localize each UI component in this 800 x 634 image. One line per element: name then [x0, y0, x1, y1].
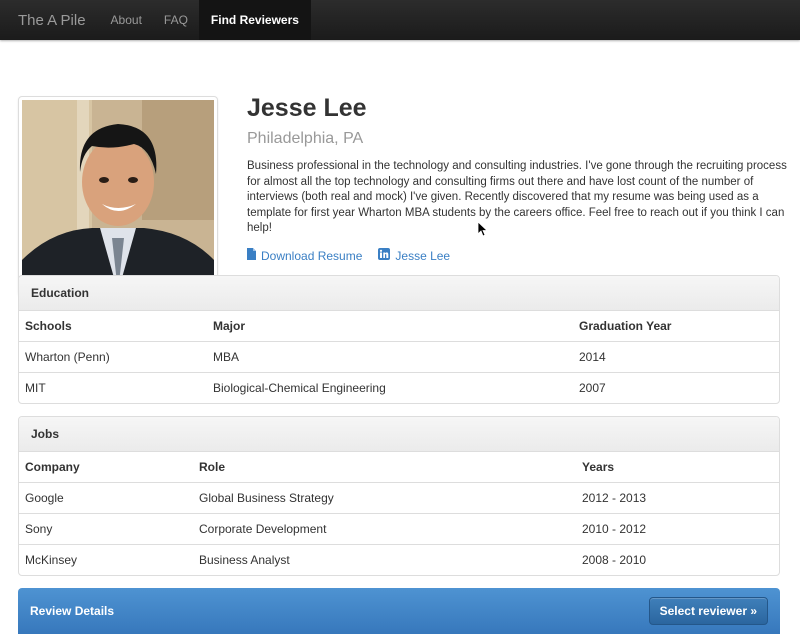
nav-find-reviewers[interactable]: Find Reviewers	[198, 0, 311, 40]
jobs-header-role: Role	[199, 460, 226, 474]
education-year: 2007	[573, 372, 779, 403]
nav-about[interactable]: About	[100, 0, 153, 40]
education-title: Education	[19, 276, 779, 311]
table-row: Wharton (Penn) MBA 2014	[19, 341, 779, 373]
linkedin-label: Jesse Lee	[395, 248, 451, 263]
jobs-table: Company Role Years Google Global Busines…	[19, 452, 779, 575]
education-year: 2014	[573, 341, 779, 373]
jobs-title: Jobs	[19, 417, 779, 452]
profile-photo-image	[22, 100, 214, 292]
profile-location: Philadelphia, PA	[247, 130, 364, 147]
profile-name: Jesse Lee	[247, 94, 367, 122]
table-row: MIT Biological-Chemical Engineering 2007	[19, 372, 779, 403]
job-role: Corporate Development	[193, 513, 576, 545]
profile-links: Download Resume Jesse Lee	[247, 248, 466, 263]
job-company: Google	[19, 482, 193, 514]
job-years: 2008 - 2010	[576, 544, 779, 575]
linkedin-icon	[378, 248, 391, 263]
education-table: Schools Major Graduation Year Wharton (P…	[19, 311, 779, 403]
education-major: Biological-Chemical Engineering	[207, 372, 573, 403]
file-icon	[247, 248, 256, 263]
jobs-header-company: Company	[25, 460, 80, 474]
education-header-schools: Schools	[25, 319, 72, 333]
top-navbar: The A Pile About FAQ Find Reviewers	[0, 0, 800, 40]
education-school: Wharton (Penn)	[19, 341, 207, 373]
jobs-header-years: Years	[582, 460, 615, 474]
select-reviewer-button[interactable]: Select reviewer »	[648, 597, 768, 625]
job-years: 2010 - 2012	[576, 513, 779, 545]
education-major: MBA	[207, 341, 573, 373]
table-row: Google Global Business Strategy 2012 - 2…	[19, 482, 779, 514]
job-role: Business Analyst	[193, 544, 576, 575]
linkedin-link[interactable]: Jesse Lee	[378, 248, 450, 263]
table-row: McKinsey Business Analyst 2008 - 2010	[19, 544, 779, 575]
education-header-major: Major	[213, 319, 246, 333]
job-company: Sony	[19, 513, 193, 545]
table-row: Sony Corporate Development 2010 - 2012	[19, 513, 779, 545]
job-company: McKinsey	[19, 544, 193, 575]
nav-faq[interactable]: FAQ	[153, 0, 199, 40]
education-header-year: Graduation Year	[579, 319, 672, 333]
profile-section: Jesse Lee Philadelphia, PA Business prof…	[0, 40, 800, 296]
download-resume-label: Download Resume	[261, 248, 363, 263]
mouse-cursor-icon	[477, 221, 489, 241]
review-details-title: Review Details	[30, 604, 115, 618]
job-role: Global Business Strategy	[193, 482, 576, 514]
brand-logo[interactable]: The A Pile	[0, 0, 100, 40]
profile-bio: Business professional in the technology …	[247, 160, 787, 235]
profile-photo	[18, 96, 218, 296]
job-years: 2012 - 2013	[576, 482, 779, 514]
education-school: MIT	[19, 372, 207, 403]
download-resume-link[interactable]: Download Resume	[247, 248, 362, 263]
education-panel: Education Schools Major Graduation Year …	[18, 275, 780, 404]
jobs-panel: Jobs Company Role Years Google Global Bu…	[18, 416, 780, 576]
review-details-bar: Review Details Select reviewer »	[18, 588, 780, 634]
